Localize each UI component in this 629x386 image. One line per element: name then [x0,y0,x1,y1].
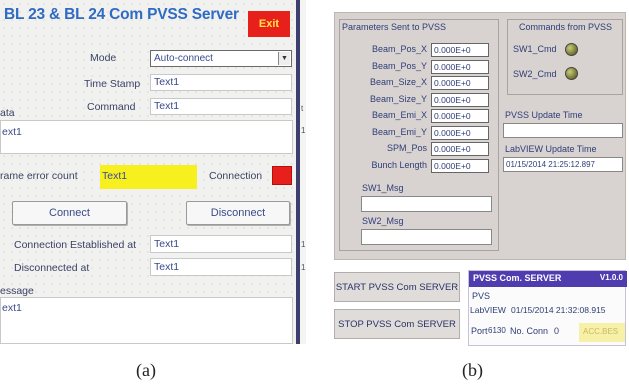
connection-label: Connection [209,170,263,182]
command-value: Text1 [154,100,180,112]
edge-mark: 1 [301,240,306,249]
param-value-field: 0.000E+0 [431,109,489,123]
param-value-field: 0.000E+0 [431,158,489,173]
param-value-field: 0.000E+0 [431,43,489,57]
commands-title: Commands from PVSS [519,22,613,32]
labview-update-label: LabVIEW Update Time [505,144,597,154]
edge-mark: t [301,104,304,113]
parameters-title: Parameters Sent to PVSS [342,22,447,32]
labview-label: LabVIEW [470,305,506,315]
status-value: ACC.BES [583,327,619,336]
server-status-panel: PVSS Com. SERVER V1.0.0 PVS LabVIEW 01/1… [468,270,627,346]
panel-a-edge: t 1 1 1 [300,0,306,344]
param-value-field: 0.000E+0 [431,142,489,156]
labview-update-field: 01/15/2014 21:25:12.897 [503,157,623,172]
frame-error-count: Text1 [100,165,197,189]
stop-server-button[interactable]: STOP PVSS Com SERVER [334,309,460,339]
sw2-cmd-label: SW2_Cmd [513,69,557,79]
time-stamp-field: Text1 [150,74,292,91]
connection-established-label: Connection Established at [14,239,136,251]
sw1-msg-field [361,196,492,212]
pvss-update-label: PVSS Update Time [505,110,583,120]
disconnected-label: Disconnected at [14,262,90,274]
sw2-msg-field [361,229,492,245]
message-field: ext1 [0,297,293,344]
data-value: ext1 [2,126,22,138]
param-label: Beam_Emi_Y [371,126,427,137]
data-field: ext1 [0,120,293,154]
time-stamp-value: Text1 [154,76,180,88]
status-badge: ACC.BES [579,323,625,342]
exit-button[interactable]: Exit [248,11,290,37]
sw1-cmd-led-icon [565,43,578,56]
sw2-cmd-led-icon [565,67,578,80]
connection-established-field: Text1 [150,235,292,253]
labview-update-value: 01/15/2014 21:25:12.897 [506,160,595,169]
param-label: Beam_Emi_X [371,110,427,120]
frame-error-label: rame error count [0,170,78,182]
server-status-header: PVSS Com. SERVER V1.0.0 [469,271,627,287]
pvss-update-field [503,123,623,138]
param-label: Beam_Pos_X [371,44,427,54]
command-field: Text1 [150,98,292,115]
param-label: Beam_Size_Y [369,93,427,104]
param-value-field: 0.000E+0 [431,92,489,107]
param-value-field: 0.000E+0 [431,76,489,90]
disconnected-field: Text1 [150,258,292,276]
sw1-cmd-label: SW1_Cmd [513,44,557,54]
connection-indicator [272,166,292,185]
server-title: PVSS Com. SERVER [473,273,562,283]
mode-label: Mode [90,52,117,64]
time-stamp-label: Time Stamp [84,78,141,90]
port-value: 6130 [488,326,506,335]
param-label: SPM_Pos [386,143,427,153]
server-version: V1.0.0 [599,273,623,282]
conn-count-label: No. Conn [510,326,549,336]
chevron-down-icon[interactable]: ▼ [278,52,290,65]
sw1-msg-label: SW1_Msg [362,183,404,193]
command-label: Command [87,101,136,113]
param-value-field: 0.000E+0 [431,125,489,140]
panel-a-window: BL 23 & BL 24 Com PVSS Server Exit Mode … [0,0,296,344]
edge-mark: 1 [301,263,306,272]
sw2-msg-label: SW2_Msg [362,216,404,226]
message-label: essage [0,285,34,297]
pvs-label: PVS [472,291,491,301]
disconnect-button[interactable]: Disconnect [186,201,290,225]
connection-established-value: Text1 [154,238,180,250]
connect-button[interactable]: Connect [12,201,127,225]
param-label: Beam_Size_X [369,77,427,87]
mode-select-value: Auto-connect [154,53,213,64]
param-value-field: 0.000E+0 [431,59,489,74]
window-title: BL 23 & BL 24 Com PVSS Server [4,6,239,23]
mode-select[interactable]: Auto-connect ▼ [150,50,292,67]
conn-count-value: 0 [554,326,560,336]
port-label: Port [471,326,488,336]
panel-b-window: Parameters Sent to PVSS Beam_Pos_X 0.000E… [334,12,626,260]
start-server-button[interactable]: START PVSS Com SERVER [334,272,460,302]
message-value: ext1 [2,302,22,314]
parameters-list: Beam_Pos_X 0.000E+0 Beam_Pos_Y 0.000E+0 Beam… [335,43,495,175]
caption-a: (a) [136,360,156,380]
param-label: Bunch Length [371,159,427,170]
caption-b: (b) [462,360,483,380]
data-label: ata [0,107,15,119]
edge-mark: 1 [301,126,306,135]
labview-time: 01/15/2014 21:32:08.915 [511,305,606,315]
disconnected-value: Text1 [154,261,180,273]
param-label: Beam_Pos_Y [371,60,427,71]
